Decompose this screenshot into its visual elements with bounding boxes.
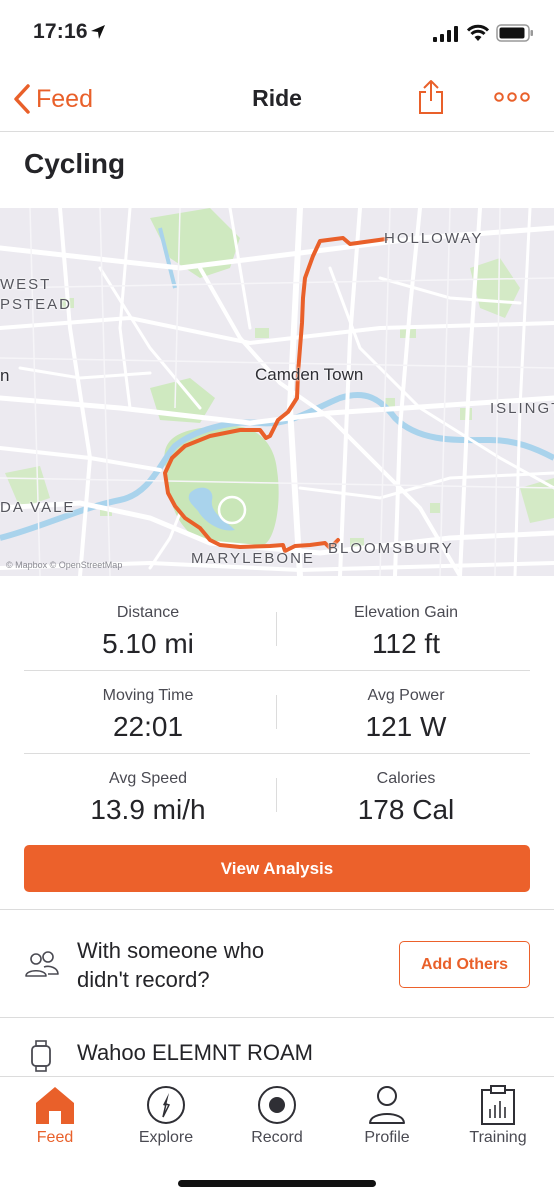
map-attribution: © Mapbox © OpenStreetMap	[6, 560, 123, 570]
with-others-line2: didn't record?	[77, 967, 210, 992]
map-label-camden: Camden Town	[255, 365, 364, 384]
record-icon	[258, 1086, 296, 1124]
stat-value: 178 Cal	[357, 794, 455, 825]
stat-value: 112 ft	[372, 628, 440, 659]
back-button[interactable]: Feed	[12, 82, 93, 116]
stats-row: Distance 5.10 mi Elevation Gain 112 ft	[24, 588, 530, 671]
stat-distance: Distance 5.10 mi	[28, 604, 268, 660]
tab-label: Explore	[138, 1129, 194, 1146]
divider	[0, 909, 554, 910]
stat-label: Moving Time	[102, 687, 194, 704]
map-label-maida-vale: DA VALE	[0, 499, 76, 516]
tab-profile[interactable]: Profile	[337, 1085, 437, 1147]
tab-label: Record	[251, 1129, 303, 1146]
stat-value: 13.9 mi/h	[90, 794, 206, 825]
watch-icon	[31, 1040, 51, 1072]
divider	[276, 695, 277, 729]
nav-bar: Feed Ride	[0, 66, 554, 132]
stat-avg-speed: Avg Speed 13.9 mi/h	[28, 770, 268, 826]
chevron-left-icon	[14, 84, 30, 114]
stat-label: Avg Power	[367, 687, 445, 704]
map-label-holloway: HOLLOWAY	[384, 230, 484, 247]
stats-row: Moving Time 22:01 Avg Power 121 W	[24, 671, 530, 754]
tab-label: Profile	[364, 1129, 410, 1146]
compass-icon	[147, 1086, 185, 1124]
route-map[interactable]: HOLLOWAY WEST PSTEAD n Camden Town ISLIN…	[0, 208, 554, 576]
tab-training[interactable]: Training	[448, 1085, 548, 1147]
stats-row: Avg Speed 13.9 mi/h Calories 178 Cal	[24, 754, 530, 837]
map-label-bloomsbury: BLOOMSBURY	[328, 540, 454, 557]
tab-feed[interactable]: Feed	[5, 1085, 105, 1147]
stats-grid: Distance 5.10 mi Elevation Gain 112 ft M…	[24, 588, 530, 837]
map-label-islington: ISLINGT	[490, 400, 554, 417]
people-icon	[25, 951, 59, 977]
map-label-kilburn: n	[0, 366, 10, 385]
divider	[0, 1017, 554, 1018]
battery-icon	[496, 24, 533, 42]
status-time: 17:16	[33, 20, 88, 43]
stat-moving-time: Moving Time 22:01	[28, 687, 268, 743]
tab-label: Feed	[36, 1129, 74, 1146]
tab-explore[interactable]: Explore	[116, 1085, 216, 1147]
activity-title: Cycling	[24, 148, 126, 179]
stat-avg-power: Avg Power 121 W	[286, 687, 526, 743]
stat-label: Elevation Gain	[353, 604, 459, 621]
with-others-prompt: With someone who didn't record?	[77, 936, 377, 994]
stat-value: 22:01	[112, 711, 184, 742]
tab-record[interactable]: Record	[227, 1085, 327, 1147]
map-label-marylebone: MARYLEBONE	[191, 550, 315, 567]
home-icon	[36, 1087, 74, 1124]
view-analysis-button[interactable]: View Analysis	[24, 845, 530, 892]
stat-value: 121 W	[365, 711, 447, 742]
map-label-west: WEST	[0, 276, 52, 293]
location-arrow-icon	[91, 25, 105, 39]
stat-value: 5.10 mi	[102, 628, 194, 659]
map-background	[0, 208, 554, 576]
share-icon[interactable]	[417, 79, 445, 115]
divider	[276, 612, 277, 646]
stat-label: Calories	[376, 770, 436, 787]
home-indicator	[178, 1180, 376, 1187]
stat-label: Distance	[116, 604, 180, 621]
divider	[276, 778, 277, 812]
device-name: Wahoo ELEMNT ROAM	[77, 1040, 313, 1065]
stat-elevation: Elevation Gain 112 ft	[286, 604, 526, 660]
profile-icon	[369, 1086, 405, 1124]
stat-calories: Calories 178 Cal	[286, 770, 526, 826]
add-others-button[interactable]: Add Others	[399, 941, 530, 988]
wifi-icon	[466, 24, 490, 41]
training-icon	[481, 1085, 515, 1125]
stat-label: Avg Speed	[109, 770, 187, 787]
back-label: Feed	[36, 84, 93, 113]
status-bar: 17:16	[0, 0, 554, 66]
more-icon[interactable]	[494, 92, 530, 102]
map-label-hampstead: PSTEAD	[0, 296, 73, 313]
tab-label: Training	[469, 1129, 527, 1146]
signal-icon	[433, 26, 458, 42]
with-others-line1: With someone who	[77, 938, 265, 963]
